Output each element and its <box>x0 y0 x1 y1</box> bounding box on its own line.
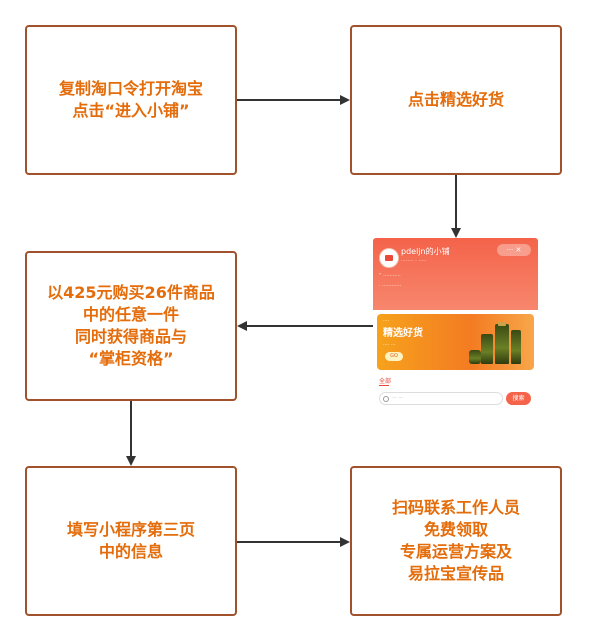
product-cap <box>498 322 506 326</box>
shop-avatar <box>379 248 399 268</box>
step-purchase-line-1: 以425元购买26件商品 <box>47 283 215 302</box>
step-purchase-line-4: “掌柜资格” <box>88 349 174 368</box>
step-copy-line-2: 点击“进入小铺” <box>72 101 190 120</box>
step-select-line-1: 点击精选好货 <box>407 90 504 109</box>
step-contact-line-1: 扫码联系工作人员 <box>391 498 520 517</box>
banner-subtitle: ···· ··· <box>383 342 396 348</box>
product-jar <box>469 350 481 364</box>
step-contact-line-3: 专属运营方案及 <box>399 542 512 561</box>
step-copy-line-1: 复制淘口令打开淘宝 <box>58 79 203 98</box>
step-copy-taobao-code: 复制淘口令打开淘宝 点击“进入小铺” <box>25 25 237 175</box>
shop-notice-2: · ············ <box>379 283 402 289</box>
banner-go-button: GO <box>385 352 403 361</box>
tab-all: 全部 <box>379 378 392 385</box>
step-contact-line-4: 易拉宝宣传品 <box>407 564 504 583</box>
step-contact-staff: 扫码联系工作人员 免费领取 专属运营方案及 易拉宝宣传品 <box>350 466 562 616</box>
step-purchase: 以425元购买26件商品 中的任意一件 同时获得商品与 “掌柜资格” <box>25 251 237 401</box>
product-bottle <box>481 334 493 364</box>
banner-title: 精选好货 <box>383 328 423 339</box>
step-purchase-line-3: 同时获得商品与 <box>74 327 187 346</box>
product-bottle <box>511 330 521 364</box>
more-close-capsule: ··· ✕ <box>497 244 531 256</box>
banner-tag: ···· <box>383 318 390 324</box>
product-bottle <box>495 324 509 364</box>
tab-all-underline <box>379 385 389 386</box>
shop-notice: “ ··········· <box>379 273 401 279</box>
search-input: ··· ··· <box>379 392 503 405</box>
shop-subtitle: ········ · ····· <box>401 258 427 264</box>
step-select-goods: 点击精选好货 <box>350 25 562 175</box>
shop-name: pdeljn的小铺 <box>401 247 450 256</box>
step-fill-line-2: 中的信息 <box>98 542 163 561</box>
search-button: 搜索 <box>506 392 531 405</box>
featured-goods-banner: ···· 精选好货 ···· ··· GO <box>377 314 534 370</box>
step-purchase-line-2: 中的任意一件 <box>82 305 179 324</box>
shop-screenshot: pdeljn的小铺 ········ · ····· ··· ✕ “ ·····… <box>373 238 538 414</box>
step-fill-line-1: 填写小程序第三页 <box>66 520 195 539</box>
step-fill-form: 填写小程序第三页 中的信息 <box>25 466 237 616</box>
step-contact-line-2: 免费领取 <box>423 520 488 539</box>
